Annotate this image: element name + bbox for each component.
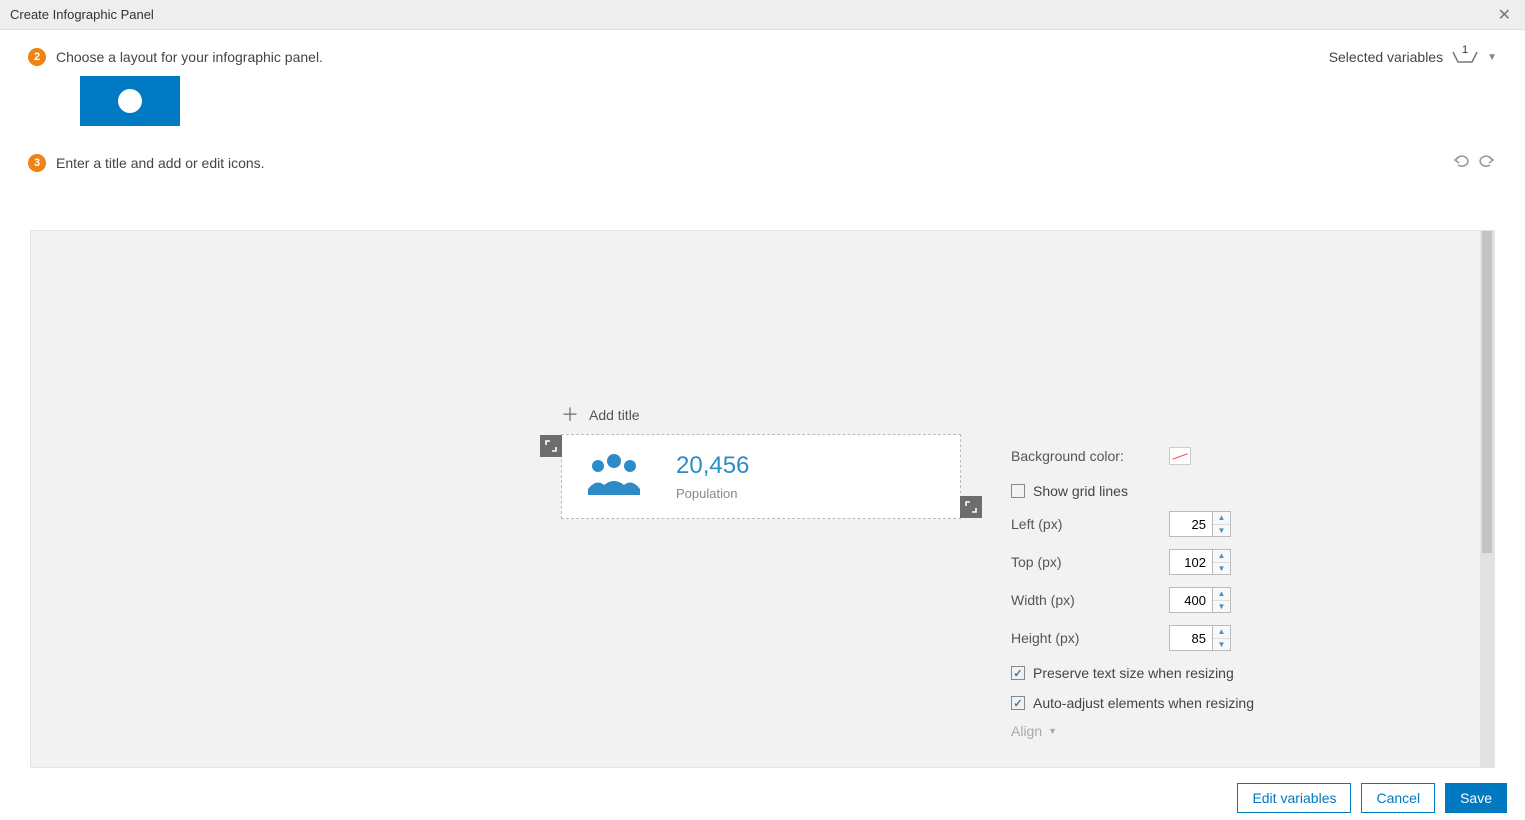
step-3-badge: 3 [28, 154, 46, 172]
dialog-title-bar: Create Infographic Panel ✕ [0, 0, 1525, 30]
undo-icon[interactable] [1451, 152, 1471, 173]
height-label: Height (px) [1011, 630, 1079, 646]
basket-icon: 1 [1451, 48, 1479, 66]
prop-top: Top (px) ▲▼ [1011, 549, 1271, 575]
prop-preserve-text[interactable]: Preserve text size when resizing [1011, 665, 1271, 681]
prop-height: Height (px) ▲▼ [1011, 625, 1271, 651]
preserve-text-label: Preserve text size when resizing [1033, 665, 1234, 681]
edit-variables-button[interactable]: Edit variables [1237, 783, 1351, 813]
cancel-button[interactable]: Cancel [1361, 783, 1435, 813]
height-input[interactable] [1170, 626, 1212, 650]
add-title-label: Add title [589, 407, 640, 423]
infographic-panel-card[interactable]: 20,456 Population [561, 434, 961, 519]
step-3-text: Enter a title and add or edit icons. [56, 155, 265, 171]
step-3-left: 3 Enter a title and add or edit icons. [28, 154, 265, 172]
plus-icon: ＋ [561, 406, 579, 424]
save-button[interactable]: Save [1445, 783, 1507, 813]
height-down[interactable]: ▼ [1213, 639, 1230, 651]
show-grid-label: Show grid lines [1033, 483, 1128, 499]
layout-thumbnail[interactable] [80, 76, 180, 126]
resize-handle-nw[interactable] [540, 435, 562, 457]
top-input[interactable] [1170, 550, 1212, 574]
auto-adjust-checkbox[interactable] [1011, 696, 1025, 710]
resize-handle-se[interactable] [960, 496, 982, 518]
prop-align[interactable]: Align ▼ [1011, 723, 1271, 739]
dialog-footer: Edit variables Cancel Save [0, 775, 1525, 820]
undo-redo-group [1451, 152, 1497, 173]
layout-thumbnail-dot [118, 89, 142, 113]
left-input[interactable] [1170, 512, 1212, 536]
content-wrapper: 2 Choose a layout for your infographic p… [0, 30, 1525, 775]
canvas-area[interactable]: ＋ Add title 20,456 [30, 230, 1495, 768]
top-label: Top (px) [1011, 554, 1062, 570]
scrollbar-thumb[interactable] [1482, 231, 1492, 553]
prop-bg-color: Background color: [1011, 443, 1271, 469]
height-spinner[interactable]: ▲▼ [1169, 625, 1231, 651]
top-up[interactable]: ▲ [1213, 550, 1230, 563]
chevron-down-icon: ▼ [1048, 726, 1057, 736]
selected-variables[interactable]: Selected variables 1 ▼ [1329, 48, 1497, 66]
panel-label: Population [676, 486, 749, 501]
selected-variables-count: 1 [1451, 44, 1479, 56]
left-spinner[interactable]: ▲▼ [1169, 511, 1231, 537]
step-2-text: Choose a layout for your infographic pan… [56, 49, 323, 65]
prop-auto-adjust[interactable]: Auto-adjust elements when resizing [1011, 695, 1271, 711]
preserve-text-checkbox[interactable] [1011, 666, 1025, 680]
dialog-title: Create Infographic Panel [10, 7, 154, 22]
top-spinner[interactable]: ▲▼ [1169, 549, 1231, 575]
width-input[interactable] [1170, 588, 1212, 612]
prop-show-grid[interactable]: Show grid lines [1011, 483, 1271, 499]
left-label: Left (px) [1011, 516, 1062, 532]
redo-icon[interactable] [1477, 152, 1497, 173]
scrollbar[interactable] [1480, 231, 1494, 767]
panel-card-body: 20,456 Population [676, 452, 749, 502]
add-title-button[interactable]: ＋ Add title [561, 406, 640, 424]
width-down[interactable]: ▼ [1213, 601, 1230, 613]
selected-variables-label: Selected variables [1329, 49, 1443, 65]
bg-color-label: Background color: [1011, 448, 1124, 464]
width-up[interactable]: ▲ [1213, 588, 1230, 601]
panel-value: 20,456 [676, 452, 749, 481]
close-icon[interactable]: ✕ [1494, 5, 1515, 25]
top-down[interactable]: ▼ [1213, 563, 1230, 575]
width-label: Width (px) [1011, 592, 1075, 608]
step-2-row: 2 Choose a layout for your infographic p… [0, 30, 1525, 76]
chevron-down-icon: ▼ [1487, 52, 1497, 63]
properties-panel: Background color: Show grid lines Left (… [1011, 443, 1271, 739]
prop-width: Width (px) ▲▼ [1011, 587, 1271, 613]
height-up[interactable]: ▲ [1213, 626, 1230, 639]
width-spinner[interactable]: ▲▼ [1169, 587, 1231, 613]
people-icon [586, 449, 646, 504]
step-2-left: 2 Choose a layout for your infographic p… [28, 48, 323, 66]
step-2-badge: 2 [28, 48, 46, 66]
step-3-row: 3 Enter a title and add or edit icons. [0, 126, 1525, 183]
auto-adjust-label: Auto-adjust elements when resizing [1033, 695, 1254, 711]
bg-color-swatch[interactable] [1169, 447, 1191, 465]
align-label: Align [1011, 723, 1042, 739]
show-grid-checkbox[interactable] [1011, 484, 1025, 498]
left-down[interactable]: ▼ [1213, 525, 1230, 537]
prop-left: Left (px) ▲▼ [1011, 511, 1271, 537]
left-up[interactable]: ▲ [1213, 512, 1230, 525]
